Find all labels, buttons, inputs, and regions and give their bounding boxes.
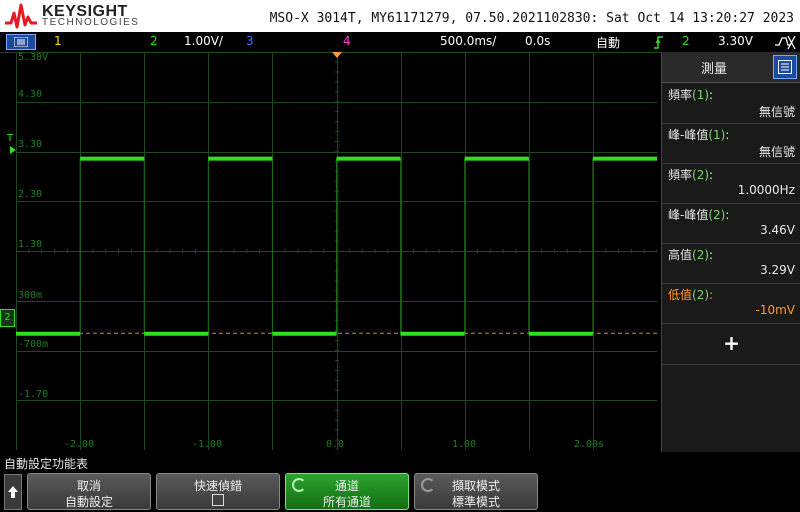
softkey-bar: 取消 自動設定 快速偵錯 通道 所有通道 擷取模式 標準模式: [0, 472, 800, 512]
x-tick-label: 0.0: [326, 439, 345, 450]
measurement-channel: (2): [708, 208, 726, 222]
fast-debug-checkbox[interactable]: [212, 494, 224, 506]
measurement-name: 峰-峰值: [668, 128, 709, 142]
measurement-channel: (1): [692, 88, 710, 102]
trigger-level-marker[interactable]: T: [7, 133, 13, 144]
channel-status-bar: 1 2 1.00V/ 3 4 500.0ms/ 0.0s 自動 2 3.30V: [0, 32, 800, 53]
channel-2-ground-marker[interactable]: 2: [0, 309, 15, 327]
x-tick-label: 2.00s: [574, 439, 605, 450]
channel-2-trace-edges: [16, 158, 657, 335]
softkey-label: 快速偵錯: [193, 479, 242, 493]
measurement-panel-title: 測量: [700, 62, 727, 77]
softkey-label: 通道: [334, 479, 359, 493]
softkey-label: 擷取模式: [451, 479, 500, 493]
time-delay[interactable]: 0.0s: [525, 34, 550, 48]
timebase-scale[interactable]: 500.0ms/: [440, 34, 496, 48]
acquisition-run-icon: [775, 35, 796, 50]
waveform-graticule: [16, 52, 657, 450]
menu-icon: [14, 37, 28, 47]
channel-2-scale[interactable]: 1.00V/: [184, 34, 223, 48]
y-tick-label: -700m: [18, 339, 49, 350]
measurement-value: 無信號: [758, 145, 795, 159]
fast-debug-softkey[interactable]: 快速偵錯: [156, 473, 280, 510]
title-bar: KEYSIGHT TECHNOLOGIES MSO-X 3014T, MY611…: [0, 0, 800, 32]
add-measurement-button[interactable]: +: [662, 322, 800, 365]
softkey-sublabel: 所有通道: [322, 495, 371, 509]
arrow-up-icon: [8, 486, 18, 498]
panel-menu-button[interactable]: [773, 55, 797, 79]
y-tick-label: 2.30: [18, 189, 43, 200]
cancel-autoscale-softkey[interactable]: 取消 自動設定: [27, 473, 151, 510]
measurement-channel: (2): [692, 288, 710, 302]
softkey-label: 取消: [76, 479, 101, 493]
main-menu-button[interactable]: [6, 34, 36, 50]
measurement-channel: (2): [692, 168, 710, 182]
x-tick-label: -1.00: [192, 439, 223, 450]
y-tick-label: 300m: [18, 290, 43, 301]
trigger-level[interactable]: 3.30V: [718, 34, 753, 48]
waveform-display[interactable]: 5.30V 4.30 3.30 2.30 1.30 300m -700m -1.…: [16, 52, 657, 450]
y-tick-label: 5.30V: [18, 52, 49, 63]
measurement-value: -10mV: [755, 303, 796, 317]
back-button[interactable]: [4, 474, 22, 510]
measurement-name: 峰-峰值: [668, 208, 709, 222]
softkey-sublabel: 自動設定: [64, 495, 113, 509]
channel-2-label[interactable]: 2: [150, 34, 158, 48]
measurement-item[interactable]: 頻率(1): 無信號: [662, 83, 800, 124]
acquisition-mode-softkey[interactable]: 擷取模式 標準模式: [414, 473, 538, 510]
measurement-item[interactable]: 峰-峰值(2): 3.46V: [662, 203, 800, 244]
measurement-name: 低值: [668, 288, 693, 302]
instrument-info: MSO-X 3014T, MY61171279, 07.50.202110283…: [269, 11, 794, 26]
softkey-menu-title: 自動設定功能表: [4, 457, 89, 471]
measurement-value: 無信號: [758, 105, 795, 119]
keysight-logo-icon: [5, 3, 37, 29]
measurement-value: 1.0000Hz: [737, 183, 795, 197]
measurement-channel: (1): [708, 128, 726, 142]
x-tick-label: 1.00: [452, 439, 477, 450]
measurement-name: 高值: [668, 248, 693, 262]
channel-3-label[interactable]: 3: [246, 34, 254, 48]
trigger-edge-icon: [654, 36, 663, 49]
y-tick-label: 4.30: [18, 89, 43, 100]
measurement-panel: 測量 頻率(1): 無信號 峰-峰值(1): 無信號 頻率(2): 1.0000…: [661, 52, 800, 452]
measurement-name: 頻率: [668, 88, 693, 102]
measurement-item[interactable]: 頻率(2): 1.0000Hz: [662, 163, 800, 204]
y-tick-label: 1.30: [18, 239, 43, 250]
measurement-panel-header: 測量: [662, 52, 800, 83]
softkey-sublabel: 標準模式: [451, 495, 500, 509]
trigger-mode[interactable]: 自動: [596, 34, 620, 51]
trigger-channel[interactable]: 2: [682, 34, 690, 48]
x-tick-label: -2.00: [64, 439, 95, 450]
channel-4-label[interactable]: 4: [343, 34, 351, 48]
trigger-position-marker-icon[interactable]: [332, 52, 342, 58]
list-icon: [778, 60, 792, 74]
measurement-value: 3.46V: [760, 223, 795, 237]
y-tick-label: 3.30: [18, 139, 43, 150]
measurement-item-selected[interactable]: 低值(2): -10mV: [662, 283, 800, 324]
measurement-channel: (2): [692, 248, 710, 262]
measurement-name: 頻率: [668, 168, 693, 182]
trigger-level-arrow-icon: [10, 146, 16, 154]
channel-1-label[interactable]: 1: [54, 34, 62, 48]
measurement-item[interactable]: 高值(2): 3.29V: [662, 243, 800, 284]
brand-subtitle: TECHNOLOGIES: [42, 17, 140, 28]
y-tick-label: -1.70: [18, 389, 49, 400]
measurement-value: 3.29V: [760, 263, 795, 277]
channels-softkey[interactable]: 通道 所有通道: [285, 473, 409, 510]
measurement-item[interactable]: 峰-峰值(1): 無信號: [662, 123, 800, 164]
